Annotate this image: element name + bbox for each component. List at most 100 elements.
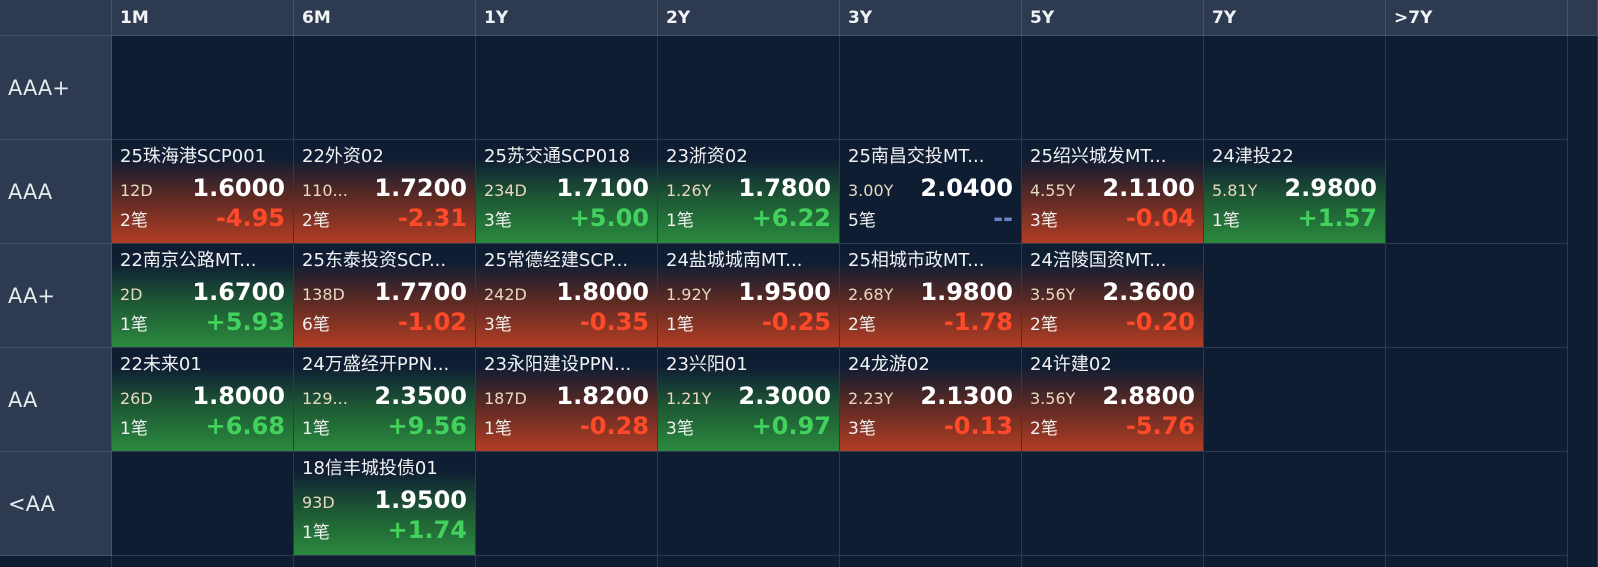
trade-count: 2笔 — [120, 211, 148, 231]
trade-count: 3笔 — [1030, 211, 1058, 231]
trade-count: 1笔 — [484, 419, 512, 439]
bond-quote-line: 3.56Y 2.3600 — [1030, 278, 1195, 306]
bottom-strip — [1386, 556, 1568, 567]
bond-card[interactable]: 25常德经建SCP... 242D 1.8000 3笔 -0.35 — [476, 244, 657, 347]
header-corner — [0, 0, 112, 36]
bond-term: 93D — [302, 493, 335, 512]
bottom-strip — [294, 556, 476, 567]
grid-cell[interactable]: 24万盛经开PPN... 129... 2.3500 1笔 +9.56 — [294, 348, 476, 452]
yield-change-bp: +6.22 — [751, 204, 831, 232]
bond-yield: 1.7800 — [738, 174, 831, 202]
grid-cell[interactable]: 25常德经建SCP... 242D 1.8000 3笔 -0.35 — [476, 244, 658, 348]
bond-trade-line: 1笔 +9.56 — [302, 412, 467, 440]
bond-card[interactable]: 22未来01 26D 1.8000 1笔 +6.68 — [112, 348, 293, 451]
bond-quote-line: 2.68Y 1.9800 — [848, 278, 1013, 306]
bond-card[interactable]: 24盐城城南MT... 1.92Y 1.9500 1笔 -0.25 — [658, 244, 839, 347]
bond-quote-line: 242D 1.8000 — [484, 278, 649, 306]
bond-card[interactable]: 22南京公路MT... 2D 1.6700 1笔 +5.93 — [112, 244, 293, 347]
bond-term: 12D — [120, 181, 153, 200]
bond-trade-line: 1笔 +1.74 — [302, 516, 467, 544]
bond-trade-line: 1笔 +6.22 — [666, 204, 831, 232]
yield-change-bp: -0.20 — [1125, 308, 1195, 336]
row-filler — [1568, 36, 1598, 140]
grid-cell[interactable]: 24许建02 3.56Y 2.8800 2笔 -5.76 — [1022, 348, 1204, 452]
bond-card[interactable]: 23兴阳01 1.21Y 2.3000 3笔 +0.97 — [658, 348, 839, 451]
bottom-strip — [112, 556, 294, 567]
trade-count: 1笔 — [302, 419, 330, 439]
bond-card[interactable]: 22外资02 110... 1.7200 2笔 -2.31 — [294, 140, 475, 243]
bond-name: 25绍兴城发MT... — [1030, 146, 1167, 167]
bond-quote-line: 1.92Y 1.9500 — [666, 278, 831, 306]
bond-name: 25常德经建SCP... — [484, 250, 629, 271]
bond-yield: 1.7100 — [556, 174, 649, 202]
row-header-rating[interactable]: AAA+ — [0, 36, 112, 140]
bond-card[interactable]: 25珠海港SCP001 12D 1.6000 2笔 -4.95 — [112, 140, 293, 243]
grid-cell[interactable]: 18信丰城投债01 93D 1.9500 1笔 +1.74 — [294, 452, 476, 556]
yield-change-bp: +0.97 — [751, 412, 831, 440]
grid-cell[interactable]: 25南昌交投MT... 3.00Y 2.0400 5笔 -- — [840, 140, 1022, 244]
yield-change-bp: -0.25 — [761, 308, 831, 336]
bond-card[interactable]: 25东泰投资SCP... 138D 1.7700 6笔 -1.02 — [294, 244, 475, 347]
grid-cell — [1386, 36, 1568, 140]
bond-yield: 2.1100 — [1102, 174, 1195, 202]
grid-cell[interactable]: 24津投22 5.81Y 2.9800 1笔 +1.57 — [1204, 140, 1386, 244]
bond-card[interactable]: 25绍兴城发MT... 4.55Y 2.1100 3笔 -0.04 — [1022, 140, 1203, 243]
grid-cell[interactable]: 25相城市政MT... 2.68Y 1.9800 2笔 -1.78 — [840, 244, 1022, 348]
bond-term: 110... — [302, 181, 348, 200]
grid-cell[interactable]: 23浙资02 1.26Y 1.7800 1笔 +6.22 — [658, 140, 840, 244]
grid-cell[interactable]: 23兴阳01 1.21Y 2.3000 3笔 +0.97 — [658, 348, 840, 452]
bond-yield: 1.8000 — [556, 278, 649, 306]
bond-card[interactable]: 24万盛经开PPN... 129... 2.3500 1笔 +9.56 — [294, 348, 475, 451]
grid-cell — [1386, 140, 1568, 244]
bond-name: 24盐城城南MT... — [666, 250, 803, 271]
trade-count: 2笔 — [848, 315, 876, 335]
grid-cell[interactable]: 24龙游02 2.23Y 2.1300 3笔 -0.13 — [840, 348, 1022, 452]
bond-quote-line: 4.55Y 2.1100 — [1030, 174, 1195, 202]
grid-cell[interactable]: 22南京公路MT... 2D 1.6700 1笔 +5.93 — [112, 244, 294, 348]
bond-card[interactable]: 18信丰城投债01 93D 1.9500 1笔 +1.74 — [294, 452, 475, 555]
grid-cell[interactable]: 25东泰投资SCP... 138D 1.7700 6笔 -1.02 — [294, 244, 476, 348]
column-header-2[interactable]: 1Y — [476, 0, 658, 36]
column-header-7[interactable]: >7Y — [1386, 0, 1568, 36]
grid-cell[interactable]: 22外资02 110... 1.7200 2笔 -2.31 — [294, 140, 476, 244]
row-header-rating[interactable]: AA+ — [0, 244, 112, 348]
grid-cell[interactable]: 24涪陵国资MT... 3.56Y 2.3600 2笔 -0.20 — [1022, 244, 1204, 348]
grid-cell[interactable]: 23永阳建设PPN... 187D 1.8200 1笔 -0.28 — [476, 348, 658, 452]
grid-cell[interactable]: 25苏交通SCP018 234D 1.7100 3笔 +5.00 — [476, 140, 658, 244]
bond-card[interactable]: 25苏交通SCP018 234D 1.7100 3笔 +5.00 — [476, 140, 657, 243]
bond-quote-line: 1.26Y 1.7800 — [666, 174, 831, 202]
column-header-4[interactable]: 3Y — [840, 0, 1022, 36]
column-header-1[interactable]: 6M — [294, 0, 476, 36]
column-header-5[interactable]: 5Y — [1022, 0, 1204, 36]
bond-card[interactable]: 24津投22 5.81Y 2.9800 1笔 +1.57 — [1204, 140, 1385, 243]
bond-trade-line: 2笔 -4.95 — [120, 204, 285, 232]
row-header-rating[interactable]: AA — [0, 348, 112, 452]
grid-cell — [1022, 452, 1204, 556]
grid-cell — [658, 452, 840, 556]
bond-name: 22未来01 — [120, 354, 202, 375]
trade-count: 2笔 — [1030, 419, 1058, 439]
bond-card[interactable]: 25南昌交投MT... 3.00Y 2.0400 5笔 -- — [840, 140, 1021, 243]
row-header-rating[interactable]: AAA — [0, 140, 112, 244]
yield-change-bp: -1.02 — [397, 308, 467, 336]
grid-cell[interactable]: 25珠海港SCP001 12D 1.6000 2笔 -4.95 — [112, 140, 294, 244]
bond-name: 24万盛经开PPN... — [302, 354, 450, 375]
grid-cell[interactable]: 22未来01 26D 1.8000 1笔 +6.68 — [112, 348, 294, 452]
bond-trade-line: 3笔 -0.04 — [1030, 204, 1195, 232]
row-header-rating[interactable]: <AA — [0, 452, 112, 556]
bond-name: 22外资02 — [302, 146, 384, 167]
bond-card[interactable]: 24龙游02 2.23Y 2.1300 3笔 -0.13 — [840, 348, 1021, 451]
bottom-strip — [1568, 556, 1598, 567]
bond-card[interactable]: 23永阳建设PPN... 187D 1.8200 1笔 -0.28 — [476, 348, 657, 451]
column-header-0[interactable]: 1M — [112, 0, 294, 36]
bond-card[interactable]: 23浙资02 1.26Y 1.7800 1笔 +6.22 — [658, 140, 839, 243]
grid-cell[interactable]: 24盐城城南MT... 1.92Y 1.9500 1笔 -0.25 — [658, 244, 840, 348]
column-header-6[interactable]: 7Y — [1204, 0, 1386, 36]
bond-yield: 1.6000 — [192, 174, 285, 202]
bond-card[interactable]: 24许建02 3.56Y 2.8800 2笔 -5.76 — [1022, 348, 1203, 451]
bond-card[interactable]: 25相城市政MT... 2.68Y 1.9800 2笔 -1.78 — [840, 244, 1021, 347]
column-header-3[interactable]: 2Y — [658, 0, 840, 36]
bond-name: 22南京公路MT... — [120, 250, 257, 271]
grid-cell[interactable]: 25绍兴城发MT... 4.55Y 2.1100 3笔 -0.04 — [1022, 140, 1204, 244]
bond-card[interactable]: 24涪陵国资MT... 3.56Y 2.3600 2笔 -0.20 — [1022, 244, 1203, 347]
